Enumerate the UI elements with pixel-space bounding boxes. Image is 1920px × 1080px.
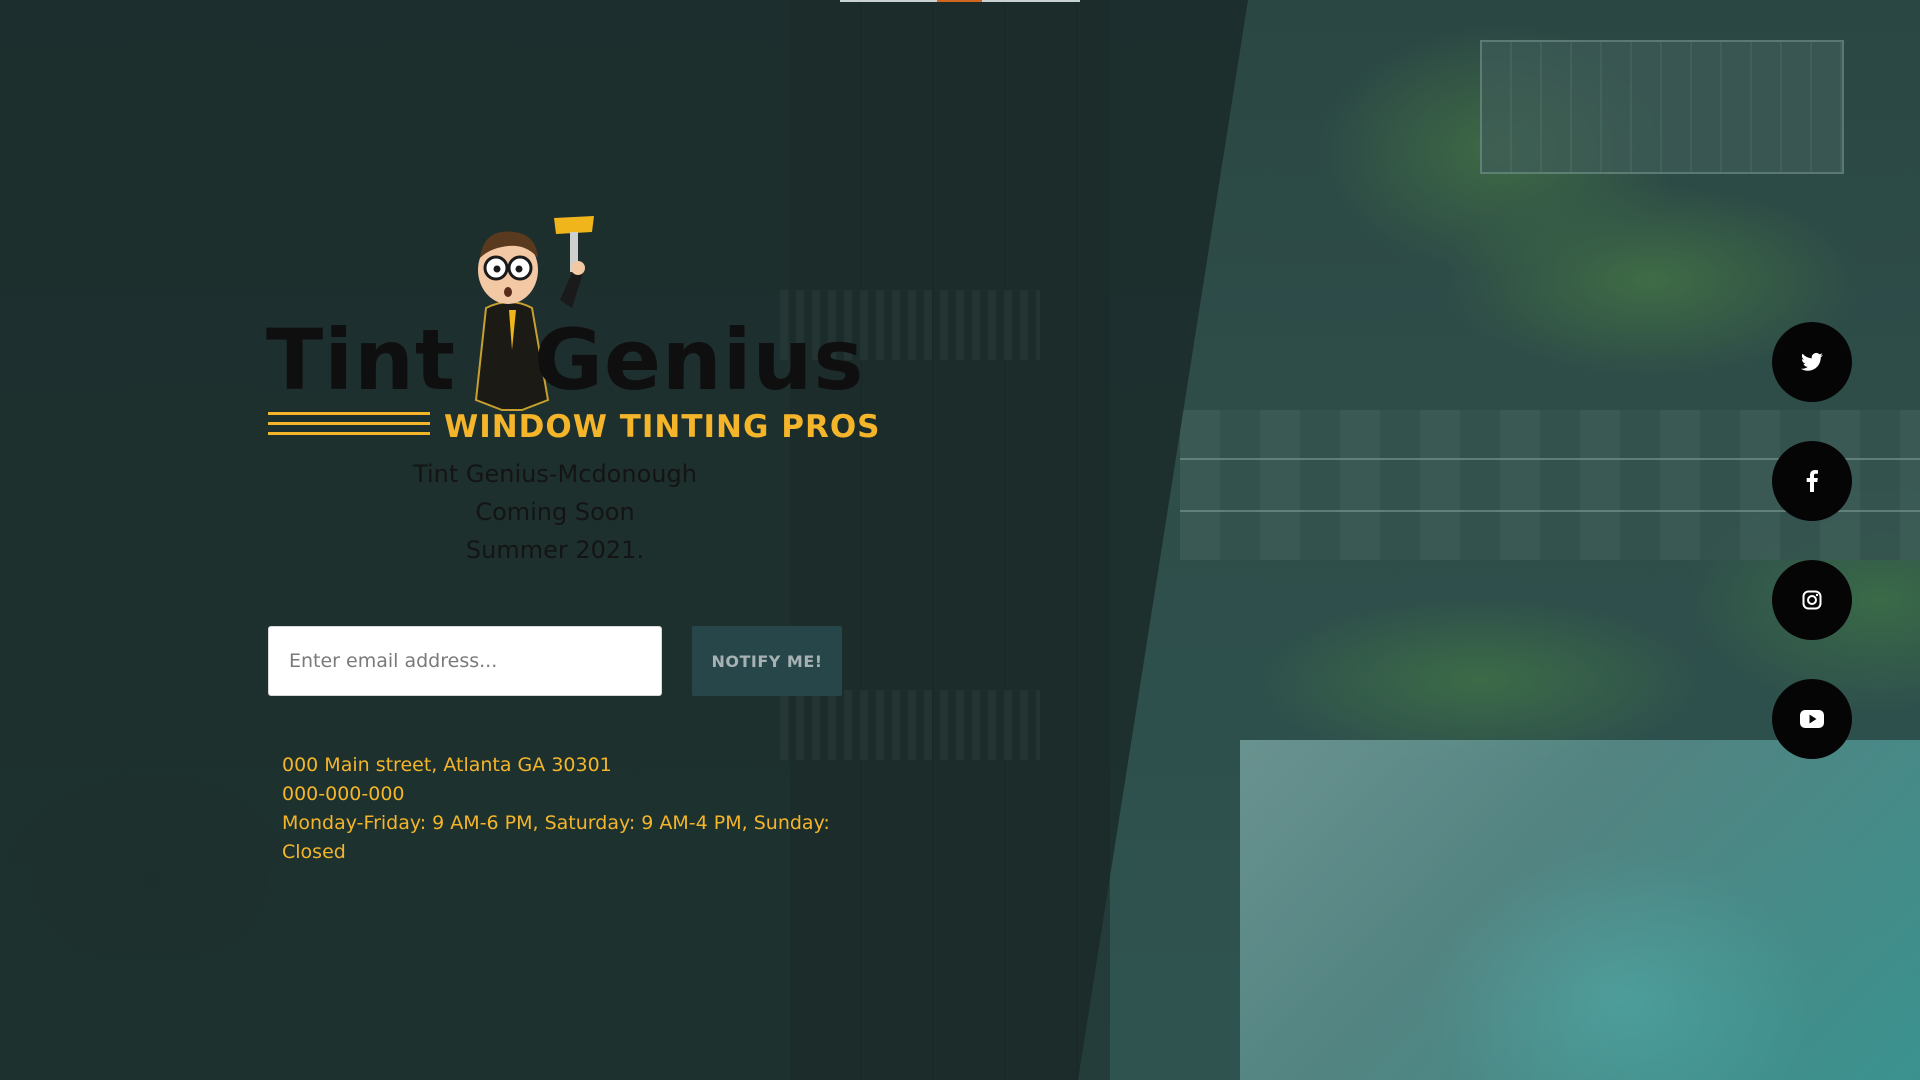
logo-word-genius: Genius [534,311,865,409]
notify-me-button[interactable]: NOTIFY ME! [692,626,842,696]
instagram-button[interactable] [1772,560,1852,640]
headline-launch-date: Summer 2021. [465,536,645,564]
tagline-rule-lines [268,412,430,440]
youtube-button[interactable] [1772,679,1852,759]
headline-coming-soon: Coming Soon [475,498,635,526]
headline-business-name: Tint Genius-Mcdonough [413,460,697,488]
coming-soon-page: Tint Genius WINDOW TINTING PROS Tint Gen… [0,0,1920,1080]
email-input[interactable] [268,626,662,696]
background-parking-lot [1480,40,1844,174]
top-progress-indicator [937,0,982,2]
twitter-icon [1801,352,1823,371]
contact-hours: Monday-Friday: 9 AM-6 PM, Saturday: 9 AM… [282,812,830,863]
facebook-button[interactable] [1772,441,1852,521]
youtube-icon [1800,710,1824,728]
instagram-icon [1802,590,1822,610]
facebook-icon [1806,470,1818,492]
twitter-button[interactable] [1772,322,1852,402]
background-building [1240,740,1920,1080]
coming-soon-headline: Tint Genius-Mcdonough Coming Soon Summer… [330,455,780,569]
contact-info: 000 Main street, Atlanta GA 30301 000-00… [282,751,862,867]
logo-word-tint: Tint [266,311,457,409]
logo-tagline: WINDOW TINTING PROS [444,409,881,445]
contact-phone: 000-000-000 [282,783,405,805]
contact-address: 000 Main street, Atlanta GA 30301 [282,754,612,776]
